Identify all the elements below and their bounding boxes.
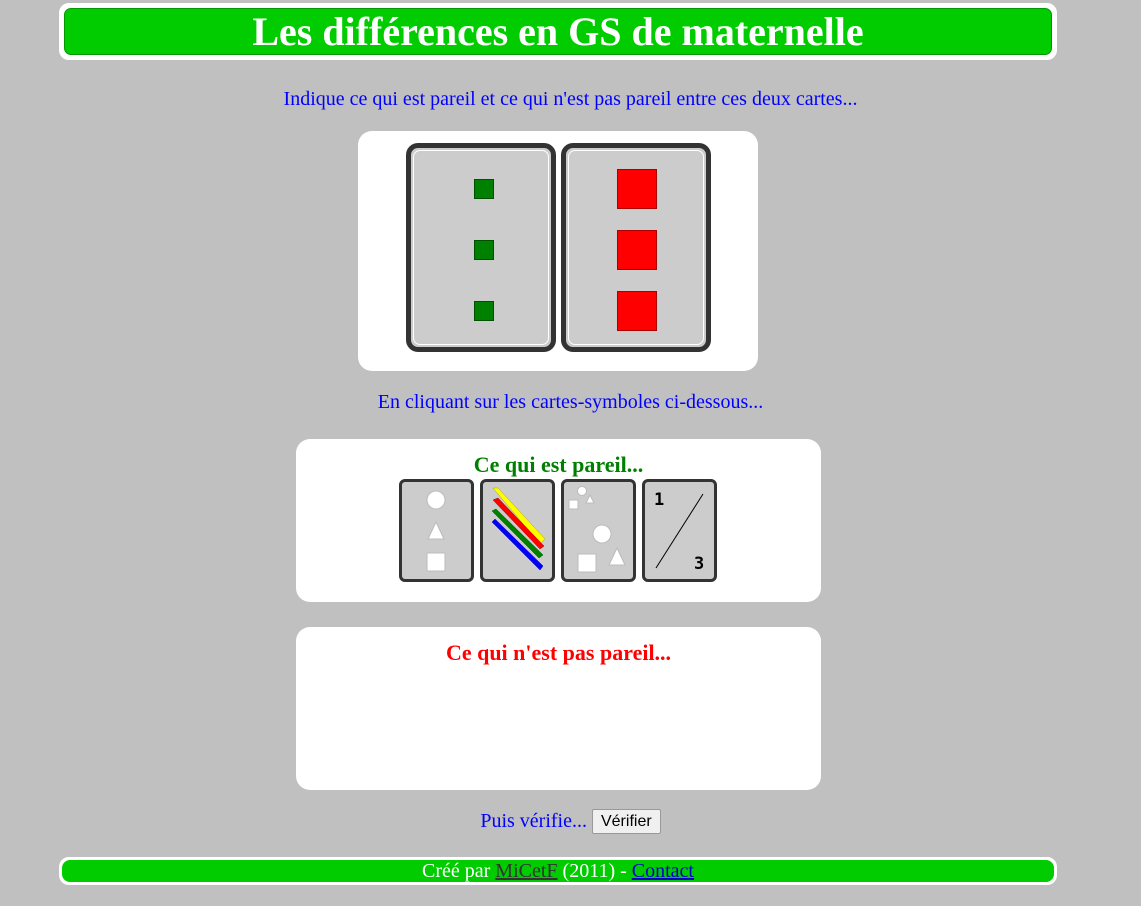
red-square bbox=[617, 291, 657, 331]
header-banner: Les différences en GS de maternelle bbox=[64, 8, 1052, 55]
green-square bbox=[474, 301, 494, 321]
card-left bbox=[406, 143, 556, 352]
diff-panel[interactable]: Ce qui n'est pas pareil... bbox=[296, 627, 821, 790]
author-link[interactable]: MiCetF bbox=[495, 860, 557, 883]
contact-link[interactable]: Contact bbox=[632, 860, 694, 883]
symbol-card-shapes[interactable] bbox=[399, 479, 474, 582]
footer-prefix: Créé par bbox=[421, 859, 491, 882]
same-panel: Ce qui est pareil... 1 3 bbox=[296, 439, 821, 602]
footer-year: (2011) - bbox=[562, 859, 627, 882]
red-square bbox=[617, 230, 657, 270]
footer-banner: Créé par MiCetF (2011) - Contact bbox=[62, 860, 1054, 882]
page-footer: Créé par MiCetF (2011) - Contact bbox=[59, 857, 1057, 885]
page-title: Les différences en GS de maternelle bbox=[252, 9, 864, 54]
number-top: 1 bbox=[654, 490, 665, 510]
diff-panel-title: Ce qui n'est pas pareil... bbox=[445, 640, 672, 665]
page-header: Les différences en GS de maternelle bbox=[59, 3, 1057, 60]
symbol-card-colors[interactable] bbox=[480, 479, 555, 582]
green-square bbox=[474, 179, 494, 199]
verify-label: Puis vérifie... bbox=[480, 810, 587, 832]
number-bottom: 3 bbox=[694, 554, 705, 574]
size-icon bbox=[568, 486, 626, 573]
click-hint-text: En cliquant sur les cartes-symboles ci-d… bbox=[377, 391, 764, 413]
shapes-icon bbox=[426, 490, 446, 572]
same-panel-title: Ce qui est pareil... bbox=[473, 452, 644, 477]
instruction-text: Indique ce qui est pareil et ce qui n'es… bbox=[283, 88, 858, 110]
colors-icon bbox=[491, 487, 546, 571]
verify-row: Puis vérifie... Vérifier bbox=[0, 809, 1141, 834]
cards-panel bbox=[358, 131, 758, 371]
red-square bbox=[617, 169, 657, 209]
card-right bbox=[561, 143, 711, 352]
symbol-card-number[interactable]: 1 3 bbox=[642, 479, 717, 582]
symbol-card-size[interactable] bbox=[561, 479, 636, 582]
verify-button[interactable]: Vérifier bbox=[591, 809, 661, 834]
green-square bbox=[474, 240, 494, 260]
